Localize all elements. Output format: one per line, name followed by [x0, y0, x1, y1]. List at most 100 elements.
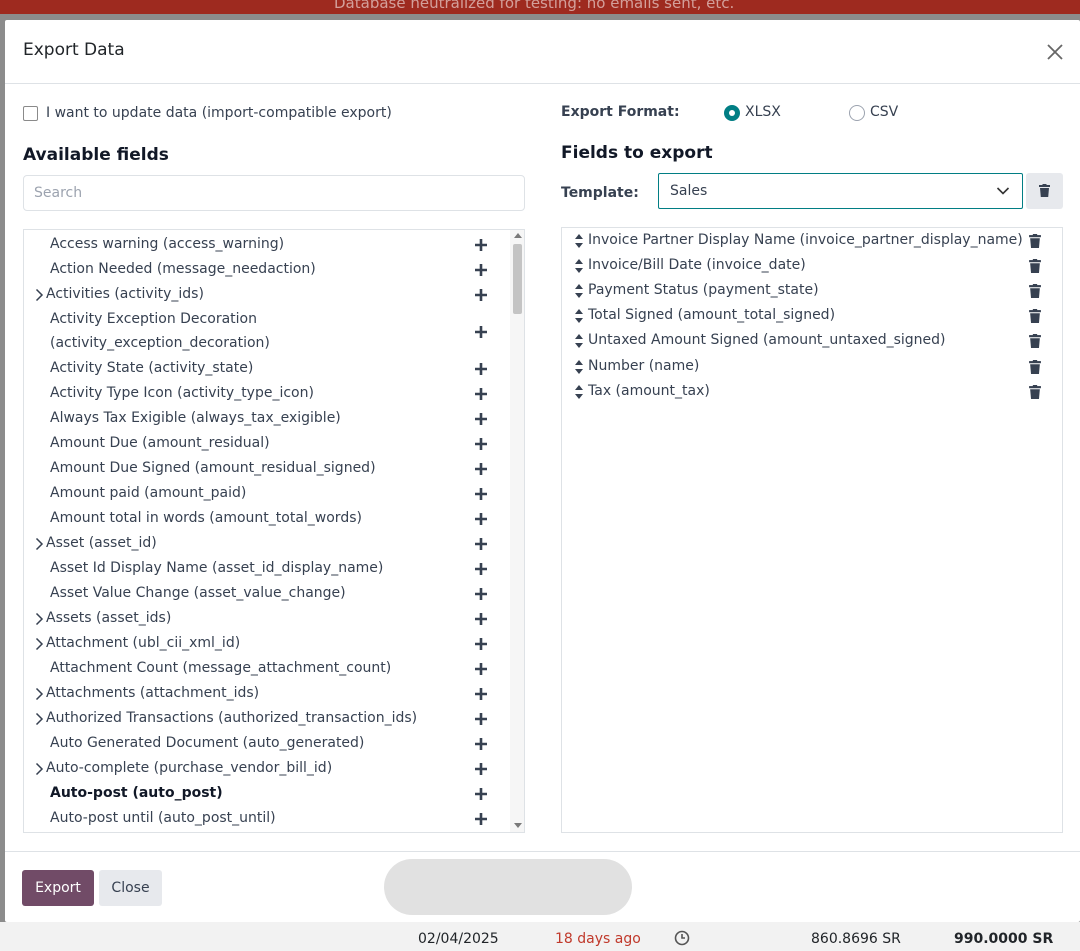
export-field-label: Untaxed Amount Signed (amount_untaxed_si…	[588, 332, 946, 349]
available-field-label: Attachments (attachment_ids)	[46, 685, 260, 701]
export-field-row[interactable]: Untaxed Amount Signed (amount_untaxed_si…	[562, 329, 1062, 353]
scrollbar-thumb[interactable]	[513, 244, 522, 314]
sort-handle-icon[interactable]	[574, 258, 584, 274]
export-field-label: Invoice Partner Display Name (invoice_pa…	[588, 232, 1023, 248]
available-field-row[interactable]: Auto Generated Document (auto_generated)	[24, 731, 508, 756]
scroll-down-arrow-icon[interactable]	[514, 823, 522, 828]
trash-icon[interactable]	[1029, 284, 1041, 299]
plus-icon[interactable]	[474, 462, 488, 476]
available-field-row[interactable]: Activity Exception Decoration (activity_…	[24, 307, 508, 356]
close-icon[interactable]	[1045, 42, 1065, 62]
trash-icon[interactable]	[1029, 334, 1041, 349]
plus-icon[interactable]	[474, 612, 488, 626]
plus-icon[interactable]	[474, 362, 488, 376]
template-select[interactable]: Sales	[658, 173, 1023, 209]
available-field-label: Amount paid (amount_paid)	[50, 485, 247, 501]
available-field-row[interactable]: Asset Value Change (asset_value_change)	[24, 581, 508, 606]
sort-handle-icon[interactable]	[574, 384, 584, 400]
delete-template-button[interactable]	[1026, 173, 1063, 209]
export-field-row[interactable]: Payment Status (payment_state)	[562, 279, 1062, 303]
available-field-row[interactable]: Asset (asset_id)	[24, 531, 508, 556]
available-field-row[interactable]: Attachment Count (message_attachment_cou…	[24, 656, 508, 681]
available-field-row[interactable]: Amount paid (amount_paid)	[24, 481, 508, 506]
plus-icon[interactable]	[474, 537, 488, 551]
plus-icon[interactable]	[474, 637, 488, 651]
trash-icon	[1039, 184, 1050, 197]
plus-icon[interactable]	[474, 737, 488, 751]
sort-handle-icon[interactable]	[574, 308, 584, 324]
available-field-row[interactable]: Attachments (attachment_ids)	[24, 681, 508, 706]
plus-icon[interactable]	[474, 662, 488, 676]
available-field-row[interactable]: Auto-post (auto_post)	[24, 781, 508, 806]
plus-icon[interactable]	[474, 238, 488, 252]
chevron-right-icon[interactable]	[34, 537, 44, 551]
xlsx-radio[interactable]	[724, 105, 740, 121]
csv-radio[interactable]	[849, 105, 865, 121]
xlsx-radio-label: XLSX	[745, 104, 781, 120]
available-field-label: Auto Generated Document (auto_generated)	[50, 735, 365, 751]
plus-icon[interactable]	[474, 787, 488, 801]
export-button[interactable]: Export	[22, 870, 94, 906]
sort-handle-icon[interactable]	[574, 233, 584, 249]
field-search-input[interactable]	[23, 175, 525, 211]
import-compatible-checkbox[interactable]	[23, 105, 38, 121]
available-field-row[interactable]: Action Needed (message_needaction)	[24, 257, 508, 282]
export-field-row[interactable]: Invoice Partner Display Name (invoice_pa…	[562, 229, 1062, 253]
plus-icon[interactable]	[474, 587, 488, 601]
chevron-right-icon[interactable]	[34, 288, 44, 302]
available-field-row[interactable]: Amount Due Signed (amount_residual_signe…	[24, 456, 508, 481]
plus-icon[interactable]	[474, 263, 488, 277]
plus-icon[interactable]	[474, 687, 488, 701]
available-field-row[interactable]: Activity State (activity_state)	[24, 356, 508, 381]
plus-icon[interactable]	[474, 288, 488, 302]
plus-icon[interactable]	[474, 487, 488, 501]
chevron-right-icon[interactable]	[34, 612, 44, 626]
sort-handle-icon[interactable]	[574, 359, 584, 375]
available-field-label: Assets (asset_ids)	[46, 610, 172, 626]
scroll-up-arrow-icon[interactable]	[514, 233, 522, 238]
trash-icon[interactable]	[1029, 384, 1041, 399]
plus-icon[interactable]	[474, 812, 488, 826]
export-field-row[interactable]: Invoice/Bill Date (invoice_date)	[562, 254, 1062, 278]
trash-icon[interactable]	[1029, 234, 1041, 248]
plus-icon[interactable]	[474, 387, 488, 401]
plus-icon[interactable]	[474, 512, 488, 526]
chevron-right-icon[interactable]	[34, 762, 44, 776]
plus-icon[interactable]	[474, 325, 488, 339]
available-field-row[interactable]: Auto-post until (auto_post_until)	[24, 806, 508, 831]
available-field-row[interactable]: Auto-complete (purchase_vendor_bill_id)	[24, 756, 508, 781]
sort-handle-icon[interactable]	[574, 333, 584, 349]
plus-icon[interactable]	[474, 762, 488, 776]
available-field-row[interactable]: Authorized Transactions (authorized_tran…	[24, 706, 508, 731]
available-field-row[interactable]: Amount Due (amount_residual)	[24, 431, 508, 456]
export-field-row[interactable]: Tax (amount_tax)	[562, 380, 1062, 404]
available-field-row[interactable]: Attachment (ubl_cii_xml_id)	[24, 631, 508, 656]
plus-icon[interactable]	[474, 562, 488, 576]
banner-text: Database neutralized for testing: no ema…	[334, 0, 735, 12]
field-list-scrollbar[interactable]	[510, 230, 524, 832]
plus-icon[interactable]	[474, 712, 488, 726]
available-field-row[interactable]: Asset Id Display Name (asset_id_display_…	[24, 556, 508, 581]
available-field-row[interactable]: Activity Type Icon (activity_type_icon)	[24, 381, 508, 406]
chevron-right-icon[interactable]	[34, 637, 44, 651]
available-field-row[interactable]: Amount total in words (amount_total_word…	[24, 506, 508, 531]
available-field-row[interactable]: Access warning (access_warning)	[24, 232, 508, 257]
trash-icon[interactable]	[1029, 259, 1041, 274]
export-field-row[interactable]: Number (name)	[562, 355, 1062, 379]
available-field-row[interactable]: Activities (activity_ids)	[24, 282, 508, 307]
plus-icon[interactable]	[474, 437, 488, 451]
available-field-label: Activity Exception Decoration (activity_…	[50, 311, 270, 351]
available-field-row[interactable]: Assets (asset_ids)	[24, 606, 508, 631]
chevron-right-icon[interactable]	[34, 712, 44, 726]
plus-icon[interactable]	[474, 412, 488, 426]
chevron-right-icon[interactable]	[34, 687, 44, 701]
available-field-row[interactable]: Always Tax Exigible (always_tax_exigible…	[24, 406, 508, 431]
trash-icon[interactable]	[1029, 359, 1041, 374]
export-field-row[interactable]: Total Signed (amount_total_signed)	[562, 304, 1062, 328]
sort-handle-icon[interactable]	[574, 283, 584, 299]
close-button[interactable]: Close	[99, 870, 162, 906]
import-compatible-option[interactable]: I want to update data (import-compatible…	[23, 104, 392, 122]
trash-icon[interactable]	[1029, 309, 1041, 324]
template-label: Template:	[561, 185, 639, 201]
available-field-label: Activity Type Icon (activity_type_icon)	[50, 385, 314, 401]
